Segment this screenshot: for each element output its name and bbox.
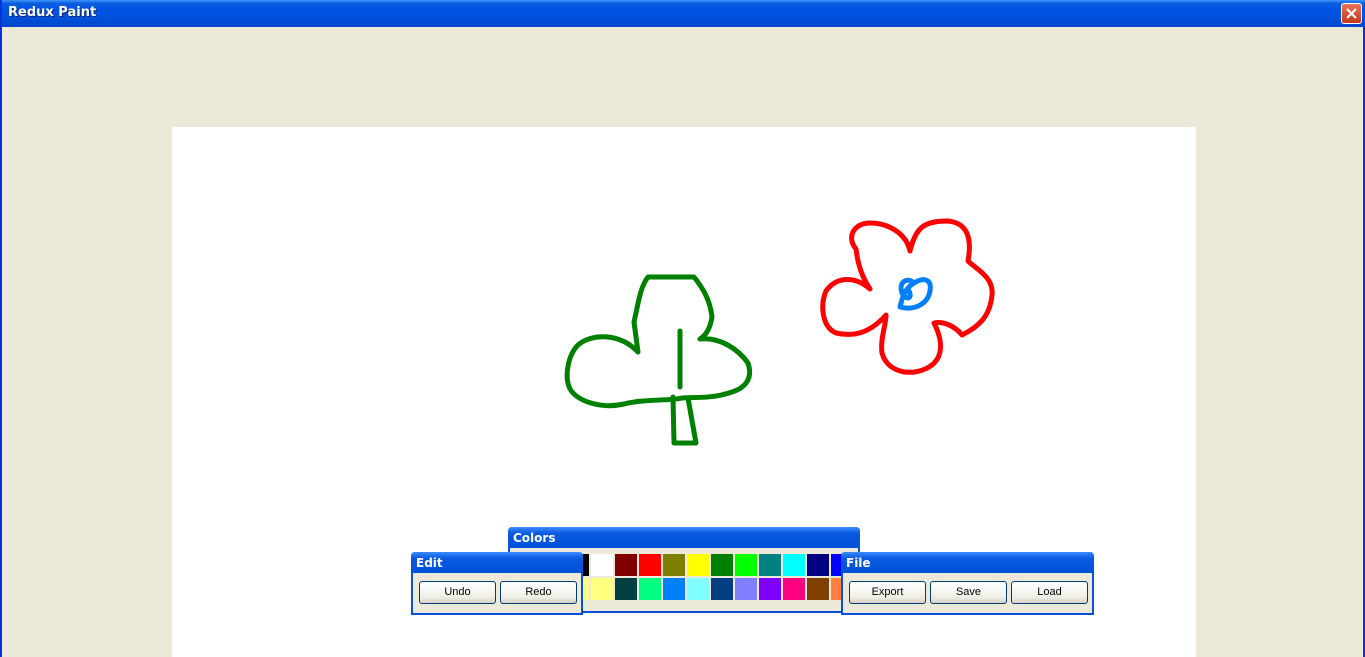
close-button[interactable] <box>1341 3 1362 24</box>
export-button[interactable]: Export <box>849 581 926 604</box>
flower-center-stroke <box>897 277 933 311</box>
color-swatch[interactable] <box>758 577 782 601</box>
edit-panel: Edit Undo Redo <box>411 552 583 615</box>
color-swatch[interactable] <box>662 553 686 577</box>
window-title: Redux Paint <box>8 5 97 20</box>
edit-panel-title: Edit <box>411 552 583 573</box>
color-swatch[interactable] <box>734 577 758 601</box>
color-swatch[interactable] <box>614 553 638 577</box>
undo-button[interactable]: Undo <box>419 581 496 604</box>
clover-stroke <box>564 274 752 409</box>
title-bar[interactable]: Redux Paint <box>2 0 1365 27</box>
color-swatch[interactable] <box>782 577 806 601</box>
load-button[interactable]: Load <box>1011 581 1088 604</box>
color-swatch[interactable] <box>590 553 614 577</box>
clover-stem <box>670 394 699 446</box>
close-icon <box>1346 8 1357 19</box>
color-swatch[interactable] <box>806 577 830 601</box>
color-swatch[interactable] <box>614 577 638 601</box>
color-swatch[interactable] <box>662 577 686 601</box>
color-swatch[interactable] <box>734 553 758 577</box>
color-swatch[interactable] <box>710 577 734 601</box>
color-swatch[interactable] <box>806 553 830 577</box>
color-palette <box>566 553 854 601</box>
color-swatch[interactable] <box>686 577 710 601</box>
color-swatch[interactable] <box>638 553 662 577</box>
color-swatch[interactable] <box>686 553 710 577</box>
color-swatch[interactable] <box>758 553 782 577</box>
app-window: Redux Paint Colors Edit Undo Redo File E… <box>0 0 1365 657</box>
redo-button[interactable]: Redo <box>500 581 577 604</box>
color-swatch[interactable] <box>710 553 734 577</box>
save-button[interactable]: Save <box>930 581 1007 604</box>
color-swatch[interactable] <box>590 577 614 601</box>
colors-panel-title: Colors <box>508 527 860 548</box>
color-swatch[interactable] <box>638 577 662 601</box>
file-panel: File Export Save Load <box>841 552 1094 615</box>
file-panel-title: File <box>841 552 1094 573</box>
color-swatch[interactable] <box>782 553 806 577</box>
